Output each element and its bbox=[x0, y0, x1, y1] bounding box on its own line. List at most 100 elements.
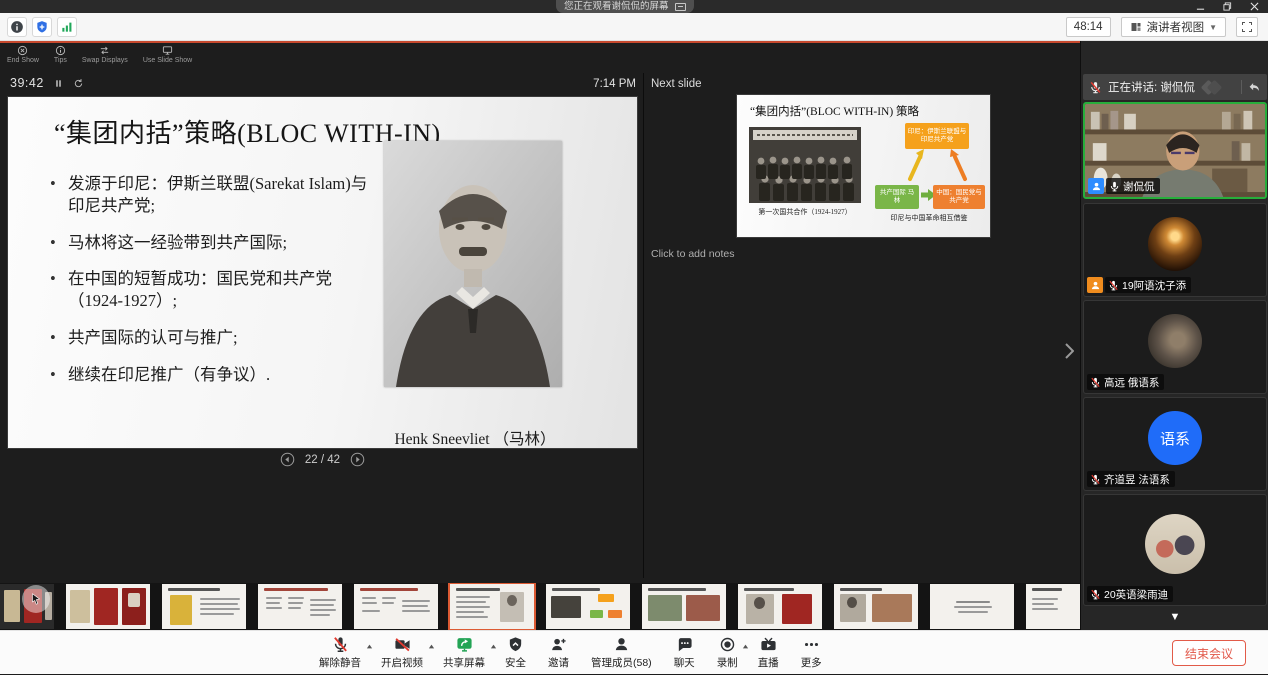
avatar bbox=[1148, 314, 1202, 368]
minimize-button[interactable] bbox=[1187, 0, 1214, 13]
presenter-tool-label: End Show bbox=[7, 57, 39, 64]
scroll-down-icon[interactable]: ▼ bbox=[1081, 611, 1268, 623]
slide-filmstrip bbox=[0, 583, 1080, 630]
clock: 7:14 PM bbox=[538, 78, 636, 90]
slide-bullet: 共产国际的认可与推广; bbox=[48, 327, 382, 349]
participant-name: 高远 俄语系 bbox=[1104, 375, 1159, 390]
slide-thumbnail[interactable] bbox=[66, 584, 150, 629]
control-label: 聊天 bbox=[674, 655, 695, 670]
previous-slide-button[interactable] bbox=[280, 452, 295, 467]
panel-divider bbox=[643, 73, 644, 578]
invite-button[interactable]: 邀请 bbox=[537, 636, 580, 670]
speaking-header: 正在讲话: 谢侃侃 bbox=[1083, 74, 1267, 100]
participant-tile[interactable]: 19阿语沈子添 bbox=[1083, 203, 1267, 297]
control-label: 直播 bbox=[758, 655, 779, 670]
slide-thumbnail[interactable] bbox=[834, 584, 918, 629]
mouse-cursor-indicator bbox=[22, 585, 50, 613]
slide-thumbnail-selected[interactable] bbox=[450, 584, 534, 629]
role-badge bbox=[1088, 178, 1104, 194]
control-label: 开启视频 bbox=[381, 655, 423, 670]
shared-screen-presenter-view: End ShowTipsSwap DisplaysUse Slide Show … bbox=[0, 43, 1080, 583]
avatar bbox=[1148, 217, 1202, 271]
slide-thumbnail[interactable] bbox=[162, 584, 246, 629]
slide-bullet: 继续在印尼推广（有争议）. bbox=[48, 364, 382, 386]
security-button[interactable]: 安全 bbox=[494, 636, 537, 670]
slide-bullet-list: 发源于印尼：伊斯兰联盟(Sarekat Islam)与印尼共产党;马林将这一经验… bbox=[48, 173, 382, 400]
network-signal-icon[interactable] bbox=[57, 17, 77, 37]
slide-thumbnail[interactable] bbox=[354, 584, 438, 629]
henk-sneevliet-photo bbox=[384, 141, 562, 387]
next-slide-title: “集团内括”(BLOC WITH-IN) 策略 bbox=[750, 103, 919, 119]
diagram-box-comintern: 共产国际 马林 bbox=[875, 185, 919, 209]
photo-caption: Henk Sneevliet （马林） bbox=[360, 427, 590, 449]
slide-thumbnail[interactable] bbox=[258, 584, 342, 629]
fullscreen-button[interactable] bbox=[1236, 17, 1258, 37]
screen-menu-icon[interactable] bbox=[675, 3, 686, 11]
presenter-toolbar: End Show Tips Swap Displays Use Slide Show bbox=[7, 45, 192, 64]
chat-button[interactable]: 聊天 bbox=[663, 636, 706, 670]
participant-tile[interactable]: 高远 俄语系 bbox=[1083, 300, 1267, 394]
presenter-end-show-button[interactable]: End Show bbox=[7, 45, 39, 64]
security-shield-icon[interactable] bbox=[32, 17, 52, 37]
next-slide-label: Next slide bbox=[651, 78, 702, 90]
pop-out-icon[interactable] bbox=[1248, 81, 1261, 94]
meeting-duration: 48:14 bbox=[1066, 17, 1111, 37]
participant-tile[interactable]: 谢侃侃 bbox=[1083, 102, 1267, 199]
slide-thumbnail[interactable] bbox=[642, 584, 726, 629]
participant-name: 谢侃侃 bbox=[1123, 179, 1155, 194]
control-label: 邀请 bbox=[548, 655, 569, 670]
presenter-use-slide-show-button[interactable]: Use Slide Show bbox=[143, 45, 192, 64]
chevron-down-icon: ▼ bbox=[1209, 23, 1217, 32]
control-label: 安全 bbox=[505, 655, 526, 670]
muted-mic-icon bbox=[1090, 589, 1101, 600]
slide-thumbnail[interactable] bbox=[930, 584, 1014, 629]
voov-logo bbox=[1203, 82, 1220, 93]
view-mode-button[interactable]: 演讲者视图 ▼ bbox=[1121, 17, 1226, 37]
control-label: 共享屏幕 bbox=[443, 655, 485, 670]
slide-thumbnail[interactable] bbox=[546, 584, 630, 629]
presenter-tips-button[interactable]: Tips bbox=[54, 45, 67, 64]
restart-timer-icon[interactable] bbox=[73, 78, 84, 89]
notes-placeholder[interactable]: Click to add notes bbox=[651, 248, 734, 260]
avatar bbox=[1145, 514, 1205, 574]
avatar: 语系 bbox=[1148, 411, 1202, 465]
next-slide-button[interactable] bbox=[350, 452, 365, 467]
speaking-label: 正在讲话: 谢侃侃 bbox=[1108, 79, 1195, 95]
participant-tile[interactable]: 语系齐道昱 法语系 bbox=[1083, 397, 1267, 491]
presentation-timer: 39:42 bbox=[10, 76, 44, 90]
slide-title: “集团内括”策略(BLOC WITH-IN) bbox=[54, 113, 441, 150]
view-mode-label: 演讲者视图 bbox=[1147, 19, 1205, 35]
participant-name: 齐道昱 法语系 bbox=[1104, 472, 1170, 487]
slide-thumbnail[interactable] bbox=[1026, 584, 1080, 629]
muted-mic-icon bbox=[1090, 377, 1101, 388]
meeting-control-bar: 解除静音开启视频共享屏幕安全邀请管理成员(58)聊天录制直播更多 结束会议 bbox=[0, 630, 1268, 674]
slide-thumbnail[interactable] bbox=[738, 584, 822, 629]
maximize-button[interactable] bbox=[1214, 0, 1241, 13]
participants-panel: 正在讲话: 谢侃侃 谢侃侃19阿语沈子添高远 俄语系语系齐道昱 法语系20英语梁… bbox=[1080, 41, 1268, 630]
watching-banner[interactable]: 您正在观看谢侃侃的屏幕 bbox=[556, 0, 694, 13]
slide-bullet: 发源于印尼：伊斯兰联盟(Sarekat Islam)与印尼共产党; bbox=[48, 173, 382, 217]
manage-members-button[interactable]: 管理成员(58) bbox=[580, 636, 663, 670]
group-photo-caption: 第一次国共合作（1924-1927） bbox=[741, 207, 869, 217]
meeting-info-icon[interactable] bbox=[7, 17, 27, 37]
live-button[interactable]: 直播 bbox=[747, 636, 790, 670]
close-button[interactable] bbox=[1241, 0, 1268, 13]
expand-panel-chevron[interactable] bbox=[1062, 331, 1076, 371]
window-titlebar: 您正在观看谢侃侃的屏幕 bbox=[0, 0, 1268, 13]
diagram-box-indonesia: 印尼：伊斯兰联盟与印尼共产党 bbox=[905, 123, 969, 149]
presenter-tool-label: Use Slide Show bbox=[143, 57, 192, 64]
layout-icon bbox=[1130, 21, 1142, 33]
participant-name: 19阿语沈子添 bbox=[1122, 278, 1186, 293]
muted-mic-icon bbox=[1090, 474, 1101, 485]
presenter-tool-label: Tips bbox=[54, 57, 67, 64]
more-button[interactable]: 更多 bbox=[790, 636, 833, 670]
muted-mic-icon bbox=[1089, 81, 1102, 94]
slide-bullet: 在中国的短暂成功：国民党和共产党（1924-1927）; bbox=[48, 268, 382, 312]
presenter-tool-label: Swap Displays bbox=[82, 57, 128, 64]
current-slide: “集团内括”策略(BLOC WITH-IN) 发源于印尼：伊斯兰联盟(Sarek… bbox=[8, 97, 637, 448]
muted-mic-icon bbox=[1108, 280, 1119, 291]
participant-tile[interactable]: 20英语梁雨迪 bbox=[1083, 494, 1267, 606]
pause-timer-icon[interactable] bbox=[53, 78, 64, 89]
presenter-swap-displays-button[interactable]: Swap Displays bbox=[82, 45, 128, 64]
end-meeting-button[interactable]: 结束会议 bbox=[1172, 640, 1246, 666]
